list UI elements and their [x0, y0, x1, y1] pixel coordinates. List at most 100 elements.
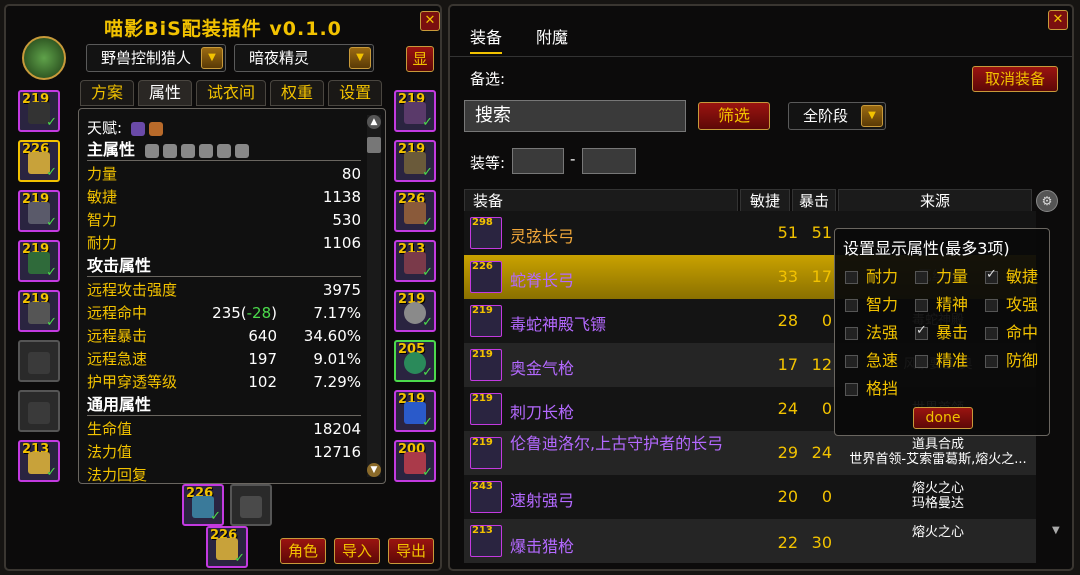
scroll-down-icon[interactable]: ▼	[1052, 525, 1066, 539]
checkbox[interactable]	[845, 327, 858, 340]
checkbox[interactable]	[915, 355, 928, 368]
col-header-agility[interactable]: 敏捷	[740, 189, 790, 213]
attribute-option[interactable]: 智力	[845, 291, 898, 315]
class-portrait[interactable]	[22, 36, 66, 80]
option-label: 格挡	[866, 379, 899, 398]
spec-dropdown[interactable]: 野兽控制猎人 ▼	[86, 44, 226, 72]
checkbox[interactable]	[915, 323, 928, 340]
checkbox[interactable]	[845, 271, 858, 284]
equip-slot-ring1[interactable]: 219 ✓	[394, 290, 436, 332]
show-button[interactable]: 显	[406, 46, 434, 72]
equip-slot-chest[interactable]: 219 ✓	[18, 290, 60, 332]
checkbox[interactable]	[915, 271, 928, 284]
equip-slot-wrist[interactable]: 213 ✓	[18, 440, 60, 482]
equip-slot-shirt[interactable]	[18, 340, 60, 382]
import-button[interactable]: 导入	[334, 538, 380, 564]
tab-attributes[interactable]: 属性	[138, 80, 193, 106]
ilvl-min-input[interactable]	[512, 148, 564, 174]
cancel-equip-button[interactable]: 取消装备	[972, 66, 1058, 92]
scroll-down-icon[interactable]: ▼	[367, 463, 381, 477]
col-header-source[interactable]: 来源	[838, 189, 1032, 213]
table-row[interactable]: 219 伦鲁迪洛尔,上古守护者的长弓 29 24 道具合成 世界首领-艾索雷葛斯…	[464, 431, 1036, 475]
stat-label: 护甲穿透等级	[87, 373, 178, 391]
attribute-option[interactable]: 精神	[915, 291, 968, 315]
checkbox[interactable]	[985, 299, 998, 312]
equip-slot-hands[interactable]: 219 ✓	[394, 90, 436, 132]
check-icon: ✓	[46, 315, 57, 330]
done-button[interactable]: done	[913, 407, 973, 429]
export-button[interactable]: 导出	[388, 538, 434, 564]
checkbox[interactable]	[845, 299, 858, 312]
attribute-option[interactable]: 力量	[915, 263, 968, 287]
attribute-option[interactable]: 命中	[985, 319, 1038, 343]
checkbox[interactable]	[845, 383, 858, 396]
attribute-option[interactable]: 耐力	[845, 263, 898, 287]
equip-slot-neck[interactable]: 226 ✓	[18, 140, 60, 182]
equip-slot-back[interactable]: 219 ✓	[18, 240, 60, 282]
equip-slot-waist[interactable]: 219 ✓	[394, 140, 436, 182]
checkbox[interactable]	[845, 355, 858, 368]
stat-label: 耐力	[87, 234, 118, 252]
item-crit: 24	[811, 443, 832, 462]
equip-slot-shoulder[interactable]: 219 ✓	[18, 190, 60, 232]
check-icon: ✓	[422, 315, 433, 330]
talent-row: 天赋:	[87, 117, 163, 138]
equip-slot-tabard[interactable]	[18, 390, 60, 432]
attribute-option[interactable]: 格挡	[845, 375, 898, 399]
tab-plan[interactable]: 方案	[80, 80, 135, 106]
attribute-option[interactable]: 精准	[915, 347, 968, 371]
attribute-option[interactable]: 敏捷	[985, 263, 1038, 287]
equip-slot-ranged[interactable]: 226 ✓	[206, 526, 248, 568]
race-dropdown-arrow-icon[interactable]: ▼	[349, 47, 371, 69]
equip-slot-feet[interactable]: 213 ✓	[394, 240, 436, 282]
option-label: 命中	[1006, 323, 1039, 342]
window-title: 喵影BiS配装插件 v0.1.0	[104, 18, 342, 40]
tab-enchant[interactable]: 附魔	[536, 24, 568, 48]
checkbox[interactable]	[985, 327, 998, 340]
scroll-thumb[interactable]	[367, 137, 381, 153]
checkbox[interactable]	[915, 299, 928, 312]
filter-button[interactable]: 筛选	[698, 102, 770, 130]
spec-dropdown-arrow-icon[interactable]: ▼	[201, 47, 223, 69]
tab-equipment[interactable]: 装备	[470, 24, 503, 54]
phase-dropdown[interactable]: 全阶段 ▼	[788, 102, 886, 130]
stats-scrollbar[interactable]: ▲ ▼	[367, 115, 381, 477]
col-header-crit[interactable]: 暴击	[792, 189, 836, 213]
stat-row-mana-regen: 法力回复	[87, 464, 361, 486]
item-crit: 0	[821, 399, 832, 418]
table-row[interactable]: 213 爆击猎枪 22 30 熔火之心	[464, 519, 1036, 563]
tab-settings[interactable]: 设置	[328, 80, 383, 106]
equip-slot-trinket2[interactable]: 200 ✓	[394, 440, 436, 482]
equip-slot-ring2[interactable]: 205 ✓	[394, 340, 436, 382]
equip-slot-trinket1[interactable]: 219 ✓	[394, 390, 436, 432]
race-dropdown[interactable]: 暗夜精灵 ▼	[234, 44, 374, 72]
equip-slot-head[interactable]: 219 ✓	[18, 90, 60, 132]
attribute-option[interactable]: 攻强	[985, 291, 1038, 315]
phase-dropdown-arrow-icon[interactable]: ▼	[861, 105, 883, 127]
search-input[interactable]: 搜索	[464, 100, 686, 132]
equip-slot-mainhand[interactable]: 226 ✓	[182, 484, 224, 526]
col-header-item[interactable]: 装备	[464, 189, 738, 213]
general-section-title: 通用属性	[87, 394, 361, 416]
checkbox[interactable]	[985, 267, 998, 284]
close-button[interactable]: ✕	[420, 11, 440, 31]
gear-icon[interactable]: ⚙	[1036, 190, 1058, 212]
table-row[interactable]: 243 速射强弓 20 0 熔火之心 玛格曼达	[464, 475, 1036, 519]
stat-row-ranged-ap: 远程攻击强度 3975	[87, 279, 361, 301]
stat-value: 12716	[313, 443, 361, 461]
equip-slot-offhand[interactable]	[230, 484, 272, 526]
rune-icon	[234, 143, 249, 158]
attribute-option[interactable]: 暴击	[915, 319, 968, 343]
attribute-option[interactable]: 防御	[985, 347, 1038, 371]
scroll-up-icon[interactable]: ▲	[367, 115, 381, 129]
item-icon: 213	[470, 525, 502, 557]
role-button[interactable]: 角色	[280, 538, 326, 564]
tab-fitting-room[interactable]: 试衣间	[196, 80, 267, 106]
close-button[interactable]: ✕	[1048, 10, 1068, 30]
attribute-option[interactable]: 法强	[845, 319, 898, 343]
tab-weights[interactable]: 权重	[270, 80, 325, 106]
checkbox[interactable]	[985, 355, 998, 368]
ilvl-max-input[interactable]	[582, 148, 636, 174]
equip-slot-legs[interactable]: 226 ✓	[394, 190, 436, 232]
attribute-option[interactable]: 急速	[845, 347, 898, 371]
